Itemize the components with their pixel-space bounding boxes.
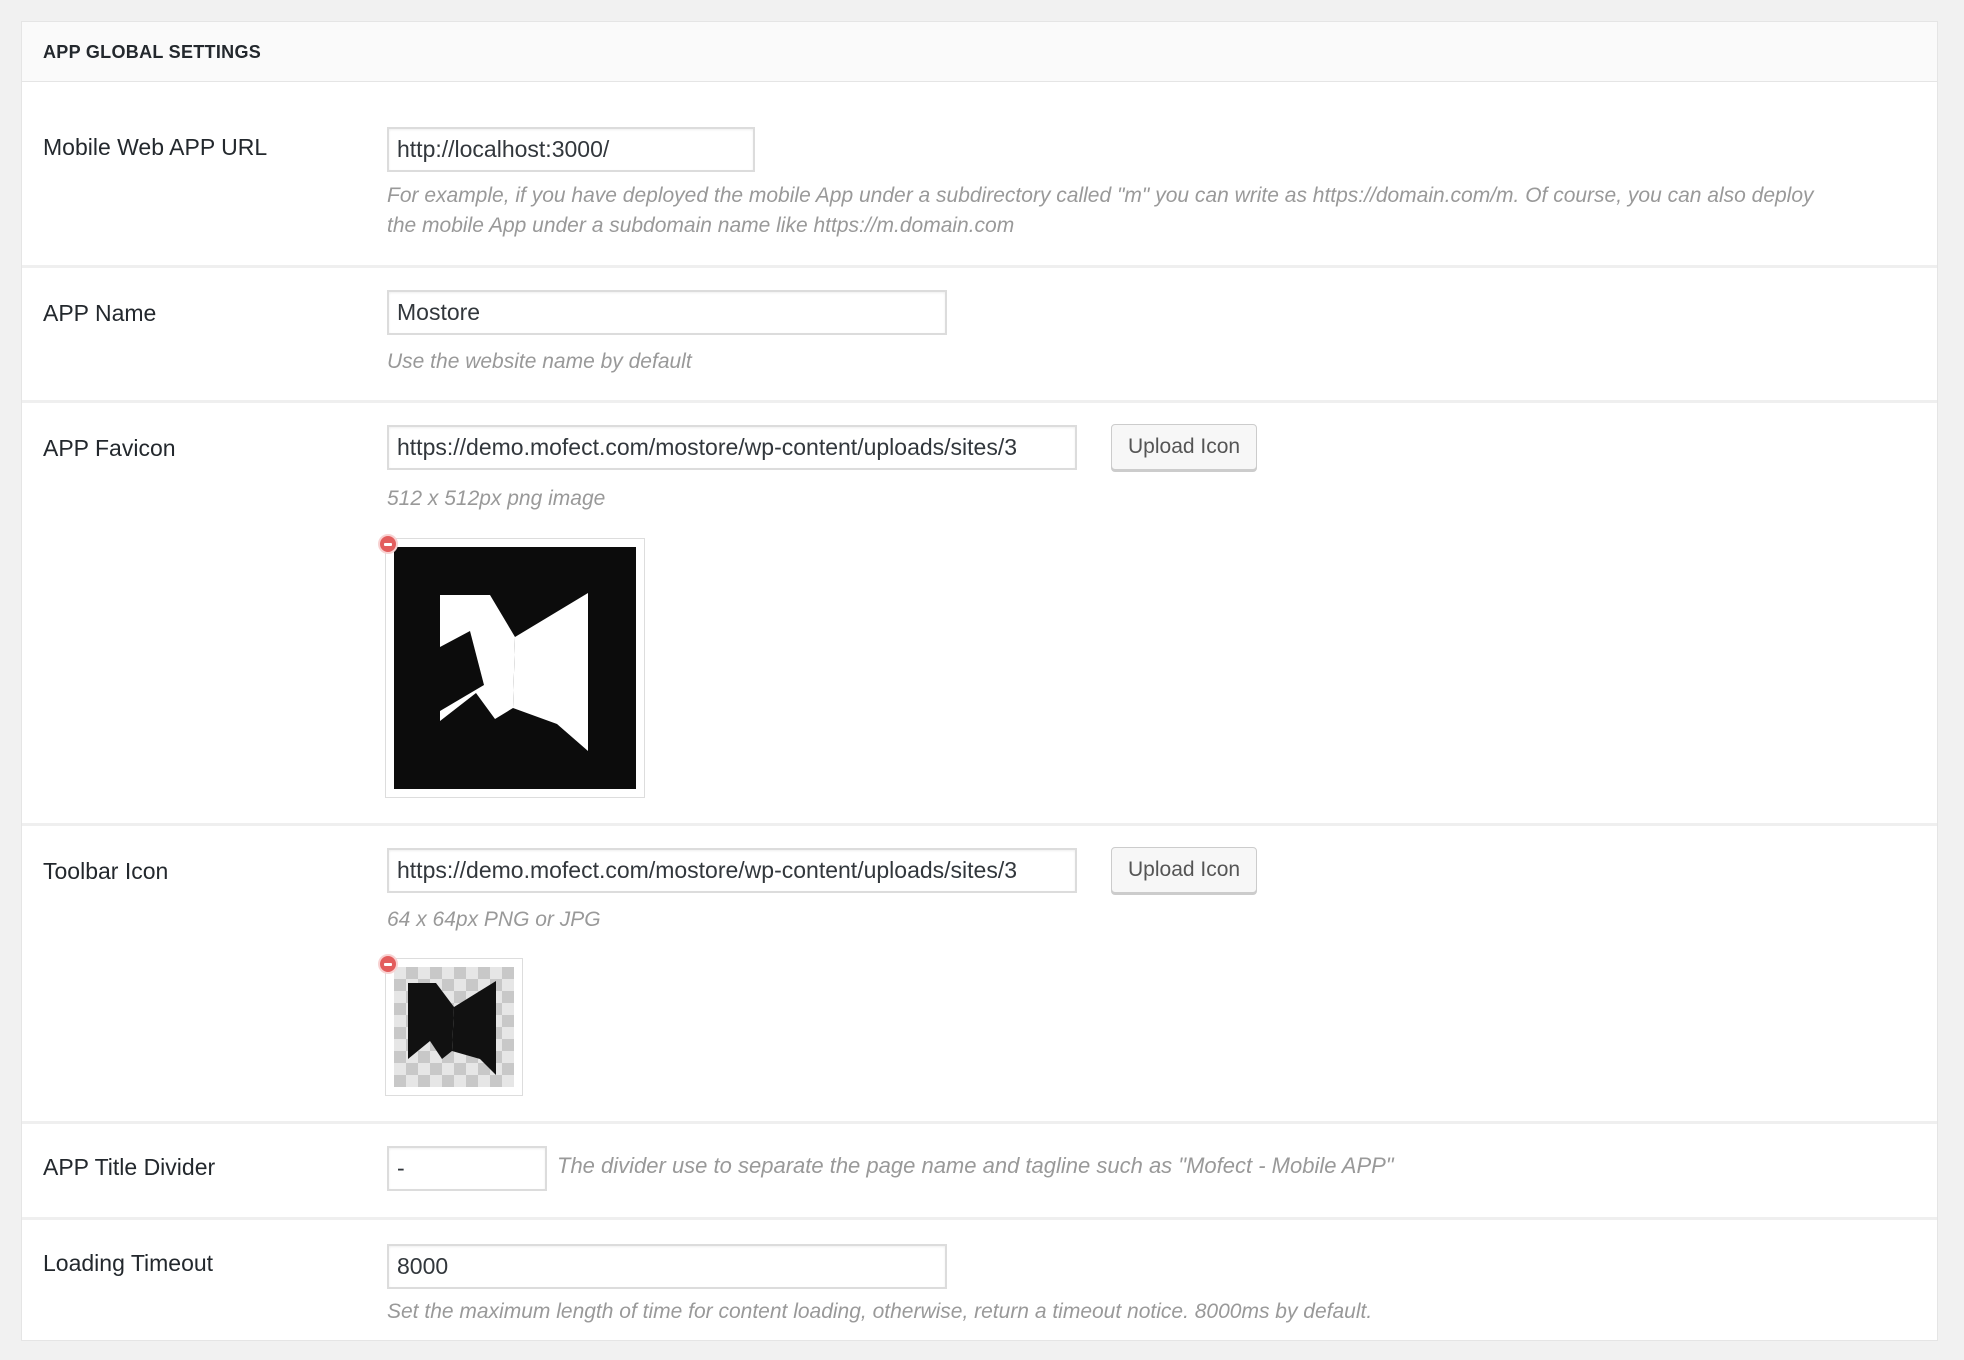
title-divider-description: The divider use to separate the page nam… — [557, 1153, 1394, 1178]
title-divider-input[interactable] — [387, 1146, 547, 1191]
mobile-url-description: For example, if you have deployed the mo… — [387, 181, 1814, 241]
app-name-description: Use the website name by default — [387, 350, 692, 373]
toolbar-icon-url-input[interactable] — [387, 848, 1077, 893]
upload-toolbar-icon-button[interactable]: Upload Icon — [1111, 847, 1258, 893]
loading-timeout-description: Set the maximum length of time for conte… — [387, 1300, 1373, 1323]
section-title: APP GLOBAL SETTINGS — [43, 42, 262, 62]
favicon-preview — [385, 538, 645, 798]
favicon-label: APP Favicon — [43, 435, 176, 461]
row-mobile-url: Mobile Web APP URL For example, if you h… — [22, 82, 1937, 268]
loading-timeout-input[interactable] — [387, 1244, 947, 1289]
remove-favicon-button[interactable] — [378, 534, 398, 554]
section-header: APP GLOBAL SETTINGS — [22, 22, 1937, 82]
app-name-input[interactable] — [387, 290, 947, 335]
toolbar-icon-preview — [385, 958, 523, 1096]
favicon-url-input[interactable] — [387, 425, 1077, 470]
mobile-url-input[interactable] — [387, 127, 755, 172]
m-logo-icon — [440, 593, 588, 751]
mobile-url-description-line1: For example, if you have deployed the mo… — [387, 184, 1814, 207]
row-title-divider: APP Title Divider The divider use to sep… — [22, 1124, 1937, 1220]
m-logo-icon — [408, 981, 496, 1075]
loading-timeout-label: Loading Timeout — [43, 1250, 214, 1276]
row-app-name: APP Name Use the website name by default — [22, 268, 1937, 403]
mobile-url-label: Mobile Web APP URL — [43, 134, 268, 160]
settings-panel: APP GLOBAL SETTINGS Mobile Web APP URL F… — [21, 21, 1938, 1341]
toolbar-icon-description: 64 x 64px PNG or JPG — [387, 908, 601, 931]
upload-favicon-button[interactable]: Upload Icon — [1111, 424, 1258, 470]
row-loading-timeout: Loading Timeout Set the maximum length o… — [22, 1220, 1937, 1360]
row-toolbar-icon: Toolbar Icon Upload Icon 64 x 64px PNG o… — [22, 826, 1937, 1124]
favicon-description: 512 x 512px png image — [387, 487, 606, 510]
app-name-label: APP Name — [43, 300, 157, 326]
title-divider-label: APP Title Divider — [43, 1154, 216, 1180]
remove-toolbar-icon-button[interactable] — [378, 954, 398, 974]
toolbar-icon-label: Toolbar Icon — [43, 858, 169, 884]
row-app-favicon: APP Favicon Upload Icon 512 x 512px png … — [22, 403, 1937, 826]
mobile-url-description-line2: the mobile App under a subdomain name li… — [387, 214, 1015, 237]
